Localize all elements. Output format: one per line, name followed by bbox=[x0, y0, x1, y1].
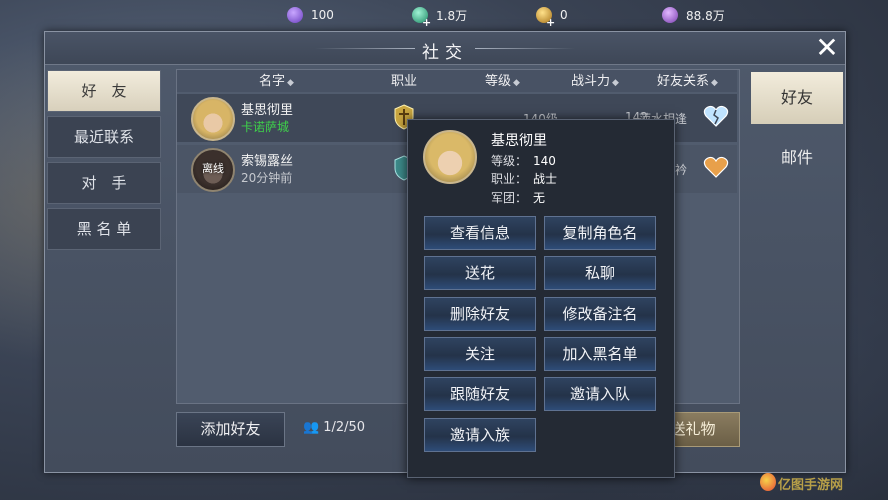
broken-heart-icon bbox=[703, 105, 729, 127]
popup-level-value: 140 bbox=[533, 154, 556, 168]
resource-value: 1.8万 bbox=[436, 8, 468, 23]
column-relation[interactable]: 好友关系 ◆ bbox=[657, 70, 718, 92]
resource-value: 0 bbox=[560, 8, 568, 22]
resource-violet-crystal[interactable]: 88.8万 bbox=[662, 4, 725, 26]
people-icon: 👥 bbox=[303, 420, 320, 435]
close-button[interactable]: ✕ bbox=[813, 34, 841, 62]
plus-icon: + bbox=[546, 16, 556, 29]
column-label: 好友关系 bbox=[657, 74, 710, 89]
sort-icon: ◆ bbox=[612, 78, 619, 88]
invite-clan-button[interactable]: 邀请入族 bbox=[424, 418, 536, 452]
resource-value: 100 bbox=[311, 8, 334, 22]
send-flowers-button[interactable]: 送花 bbox=[424, 256, 536, 290]
heart-icon bbox=[703, 156, 729, 178]
sort-icon: ◆ bbox=[513, 78, 520, 88]
title-bar: 社交 ✕ bbox=[45, 32, 845, 65]
resource-purple-gem[interactable]: 100 bbox=[287, 4, 334, 26]
title-decoration-right bbox=[475, 48, 575, 49]
resource-value: 88.8万 bbox=[686, 8, 725, 23]
tab-friends[interactable]: 好 友 bbox=[47, 70, 161, 112]
invite-team-button[interactable]: 邀请入队 bbox=[544, 377, 656, 411]
view-info-button[interactable]: 查看信息 bbox=[424, 216, 536, 250]
violet-crystal-icon bbox=[662, 7, 678, 23]
delete-friend-button[interactable]: 删除好友 bbox=[424, 297, 536, 331]
private-chat-button[interactable]: 私聊 bbox=[544, 256, 656, 290]
add-blacklist-button[interactable]: 加入黑名单 bbox=[544, 337, 656, 371]
follow-button[interactable]: 关注 bbox=[424, 337, 536, 371]
sort-icon: ◆ bbox=[711, 78, 718, 88]
popup-job-value: 战士 bbox=[533, 172, 558, 186]
column-label: 战斗力 bbox=[571, 74, 611, 89]
tab-mail[interactable]: 邮件 bbox=[751, 132, 843, 184]
watermark: 亿图手游网 bbox=[778, 478, 844, 493]
friend-name: 索锡露丝 bbox=[241, 154, 294, 169]
avatar bbox=[191, 97, 235, 141]
popup-guild-row: 军团： 无 bbox=[491, 189, 545, 206]
tab-recent-contacts[interactable]: 最近联系 bbox=[47, 116, 161, 158]
add-friend-button[interactable]: 添加好友 bbox=[176, 412, 285, 447]
friend-count-value: 1/2/50 bbox=[323, 420, 366, 435]
avatar bbox=[423, 130, 477, 184]
popup-job-row: 职业： 战士 bbox=[491, 170, 557, 187]
column-label: 名字 bbox=[259, 74, 286, 89]
window-title: 社交 bbox=[422, 43, 468, 63]
offline-badge: 离线 bbox=[202, 162, 224, 175]
tab-blacklist[interactable]: 黑 名 单 bbox=[47, 208, 161, 250]
friend-context-menu: 基思彻里 等级： 140 职业： 战士 军团：无 查看信息 复制角色名 送花 私聊 … bbox=[407, 119, 675, 478]
edit-remark-button[interactable]: 修改备注名 bbox=[544, 297, 656, 331]
friend-location: 卡诺萨城 bbox=[241, 120, 290, 134]
watermark-logo-icon bbox=[760, 473, 776, 491]
purple-gem-icon bbox=[287, 7, 303, 23]
popup-level-row: 等级： 140 bbox=[491, 152, 556, 169]
tab-friends-right[interactable]: 好友 bbox=[751, 72, 843, 124]
friend-name: 基思彻里 bbox=[241, 103, 294, 118]
resource-gold-coin[interactable]: + 0 bbox=[536, 4, 568, 29]
friend-last-seen: 20分钟前 bbox=[241, 171, 293, 185]
column-name[interactable]: 名字 ◆ bbox=[259, 70, 294, 92]
tab-rivals[interactable]: 对 手 bbox=[47, 162, 161, 204]
sort-icon: ◆ bbox=[287, 78, 294, 88]
green-gem-icon: + bbox=[412, 7, 431, 29]
column-label: 职业 bbox=[391, 74, 418, 89]
close-icon: ✕ bbox=[815, 31, 839, 64]
column-power[interactable]: 战斗力 ◆ bbox=[571, 70, 619, 92]
column-job[interactable]: 职业 bbox=[391, 70, 417, 92]
resource-bar: 100 + 1.8万 + 0 88.8万 bbox=[0, 0, 888, 32]
plus-icon: + bbox=[422, 16, 432, 29]
copy-name-button[interactable]: 复制角色名 bbox=[544, 216, 656, 250]
gold-coin-icon: + bbox=[536, 7, 555, 29]
popup-label: 等级： bbox=[491, 154, 528, 168]
popup-label: 职业： bbox=[491, 172, 528, 186]
follow-friend-button[interactable]: 跟随好友 bbox=[424, 377, 536, 411]
column-level[interactable]: 等级 ◆ bbox=[485, 70, 520, 92]
resource-green-gem[interactable]: + 1.8万 bbox=[412, 4, 468, 29]
popup-guild-value: 无 bbox=[533, 191, 546, 205]
popup-label: 军团： bbox=[491, 191, 528, 205]
popup-player-name: 基思彻里 bbox=[491, 133, 547, 149]
friend-count: 👥 1/2/50 bbox=[303, 420, 365, 435]
column-label: 等级 bbox=[485, 74, 512, 89]
